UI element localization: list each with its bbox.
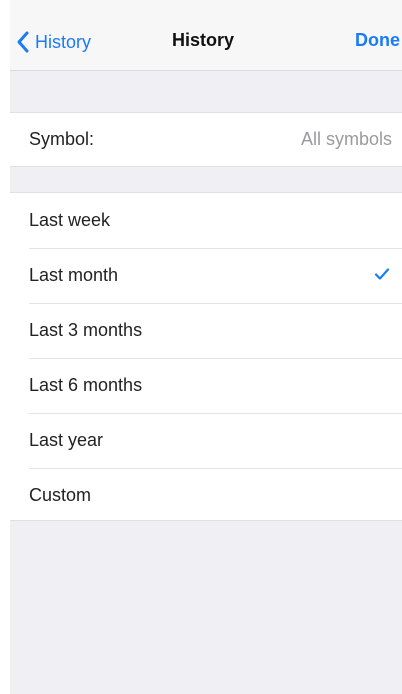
range-label: Last week — [29, 210, 111, 230]
range-row-last-3-months[interactable]: Last 3 months — [10, 303, 402, 358]
range-label: Last month — [29, 265, 119, 285]
range-label: Last year — [29, 430, 104, 450]
range-row-last-6-months[interactable]: Last 6 months — [10, 358, 402, 413]
range-row-last-month[interactable]: Last month — [10, 248, 402, 303]
range-label: Custom — [29, 485, 92, 505]
symbol-value: All symbols — [300, 129, 392, 149]
range-row-custom[interactable]: Custom — [10, 468, 402, 523]
range-label: Last 3 months — [29, 320, 143, 340]
range-row-last-week[interactable]: Last week — [10, 193, 402, 248]
time-range-list: Last week Last month Last 3 months Last … — [10, 192, 402, 521]
checkmark-icon — [374, 268, 390, 280]
symbol-label: Symbol: — [29, 129, 95, 149]
symbol-row[interactable]: Symbol: All symbols — [10, 113, 402, 166]
page-title: History — [171, 30, 234, 50]
history-screen: History History Done Symbol: All symbols… — [10, 0, 402, 694]
navigation-bar: History History Done — [10, 0, 402, 71]
range-label: Last 6 months — [29, 375, 143, 395]
range-row-last-year[interactable]: Last year — [10, 413, 402, 468]
done-button[interactable]: Done — [355, 30, 400, 51]
symbol-section: Symbol: All symbols — [10, 112, 402, 167]
